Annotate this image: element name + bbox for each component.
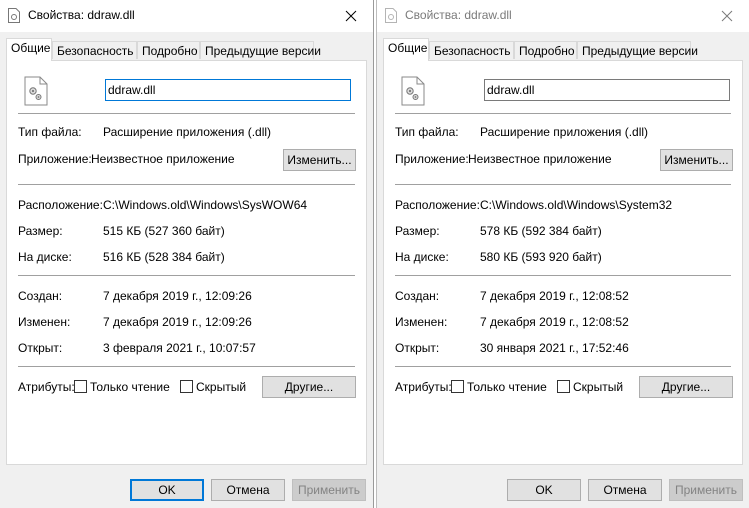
tab-security[interactable]: Безопасность: [52, 41, 137, 59]
tab-security[interactable]: Безопасность: [429, 41, 514, 59]
dll-file-icon: [385, 8, 397, 23]
modified-value: 7 декабря 2019 г., 12:09:26: [103, 315, 252, 329]
file-name-field[interactable]: [105, 79, 351, 101]
app-value: Неизвестное приложение: [468, 152, 612, 166]
modified-value: 7 декабря 2019 г., 12:08:52: [480, 315, 629, 329]
ok-button[interactable]: OK: [130, 479, 204, 501]
readonly-label[interactable]: Только чтение: [90, 380, 170, 394]
opened-label: Открыт:: [395, 341, 440, 355]
dll-file-gear-icon: [24, 76, 48, 106]
size-value: 578 КБ (592 384 байт): [480, 224, 602, 238]
tab-general[interactable]: Общие: [383, 38, 429, 61]
general-panel: Тип файла: Расширение приложения (.dll) …: [6, 60, 367, 465]
opened-label: Открыт:: [18, 341, 63, 355]
separator: [18, 113, 355, 114]
created-label: Создан:: [395, 289, 440, 303]
separator: [18, 366, 355, 367]
tab-previous-versions[interactable]: Предыдущие версии: [577, 41, 698, 59]
disk-size-label: На диске:: [18, 250, 72, 264]
separator: [395, 113, 731, 114]
separator: [395, 366, 731, 367]
opened-value: 30 января 2021 г., 17:52:46: [480, 341, 629, 355]
close-button[interactable]: [329, 0, 373, 32]
location-label: Расположение:: [18, 198, 103, 212]
disk-size-value: 516 КБ (528 384 байт): [103, 250, 225, 264]
disk-size-label: На диске:: [395, 250, 449, 264]
separator: [395, 184, 731, 185]
location-label: Расположение:: [395, 198, 480, 212]
hidden-checkbox[interactable]: [180, 380, 193, 393]
created-value: 7 декабря 2019 г., 12:08:52: [480, 289, 629, 303]
change-app-button[interactable]: Изменить...: [283, 149, 356, 171]
size-label: Размер:: [18, 224, 63, 238]
change-app-button[interactable]: Изменить...: [660, 149, 733, 171]
properties-dialog-right: Свойства: ddraw.dll Общие Безопасность П…: [376, 0, 749, 508]
modified-label: Изменен:: [395, 315, 448, 329]
tab-details[interactable]: Подробно: [137, 41, 200, 59]
file-type-value: Расширение приложения (.dll): [103, 125, 272, 139]
file-type-label: Тип файла:: [395, 125, 459, 139]
app-label: Приложение:: [18, 152, 92, 166]
cancel-button[interactable]: Отмена: [588, 479, 662, 501]
ok-button[interactable]: OK: [507, 479, 581, 501]
window-title: Свойства: ddraw.dll: [405, 8, 512, 22]
close-icon: [721, 10, 733, 22]
attributes-label: Атрибуты:: [18, 380, 75, 394]
file-type-value: Расширение приложения (.dll): [480, 125, 649, 139]
window-title: Свойства: ddraw.dll: [28, 8, 135, 22]
file-name-field[interactable]: [484, 79, 730, 101]
hidden-label[interactable]: Скрытый: [196, 380, 246, 394]
created-value: 7 декабря 2019 г., 12:09:26: [103, 289, 252, 303]
advanced-attributes-button[interactable]: Другие...: [262, 376, 356, 398]
apply-button[interactable]: Применить: [669, 479, 743, 501]
hidden-label[interactable]: Скрытый: [573, 380, 623, 394]
hidden-checkbox[interactable]: [557, 380, 570, 393]
disk-size-value: 580 КБ (593 920 байт): [480, 250, 602, 264]
readonly-checkbox[interactable]: [74, 380, 87, 393]
app-label: Приложение:: [395, 152, 469, 166]
size-value: 515 КБ (527 360 байт): [103, 224, 225, 238]
separator: [395, 275, 731, 276]
title-bar[interactable]: Свойства: ddraw.dll: [0, 0, 373, 32]
readonly-checkbox[interactable]: [451, 380, 464, 393]
separator: [18, 275, 355, 276]
apply-button[interactable]: Применить: [292, 479, 366, 501]
title-bar[interactable]: Свойства: ddraw.dll: [377, 0, 749, 32]
close-icon: [345, 10, 357, 22]
dll-file-icon: [8, 8, 20, 23]
properties-dialog-left: Свойства: ddraw.dll Общие Безопасность П…: [0, 0, 374, 508]
created-label: Создан:: [18, 289, 63, 303]
location-value: C:\Windows.old\Windows\System32: [480, 198, 673, 212]
location-value: C:\Windows.old\Windows\SysWOW64: [103, 198, 308, 212]
size-label: Размер:: [395, 224, 440, 238]
modified-label: Изменен:: [18, 315, 71, 329]
tab-details[interactable]: Подробно: [514, 41, 577, 59]
opened-value: 3 февраля 2021 г., 10:07:57: [103, 341, 256, 355]
dll-file-gear-icon: [401, 76, 425, 106]
general-panel: Тип файла: Расширение приложения (.dll) …: [383, 60, 743, 465]
file-type-label: Тип файла:: [18, 125, 82, 139]
close-button[interactable]: [705, 0, 749, 32]
tab-previous-versions[interactable]: Предыдущие версии: [200, 41, 321, 59]
attributes-label: Атрибуты:: [395, 380, 452, 394]
advanced-attributes-button[interactable]: Другие...: [639, 376, 733, 398]
tab-general[interactable]: Общие: [6, 38, 52, 61]
app-value: Неизвестное приложение: [91, 152, 235, 166]
readonly-label[interactable]: Только чтение: [467, 380, 547, 394]
cancel-button[interactable]: Отмена: [211, 479, 285, 501]
separator: [18, 184, 355, 185]
